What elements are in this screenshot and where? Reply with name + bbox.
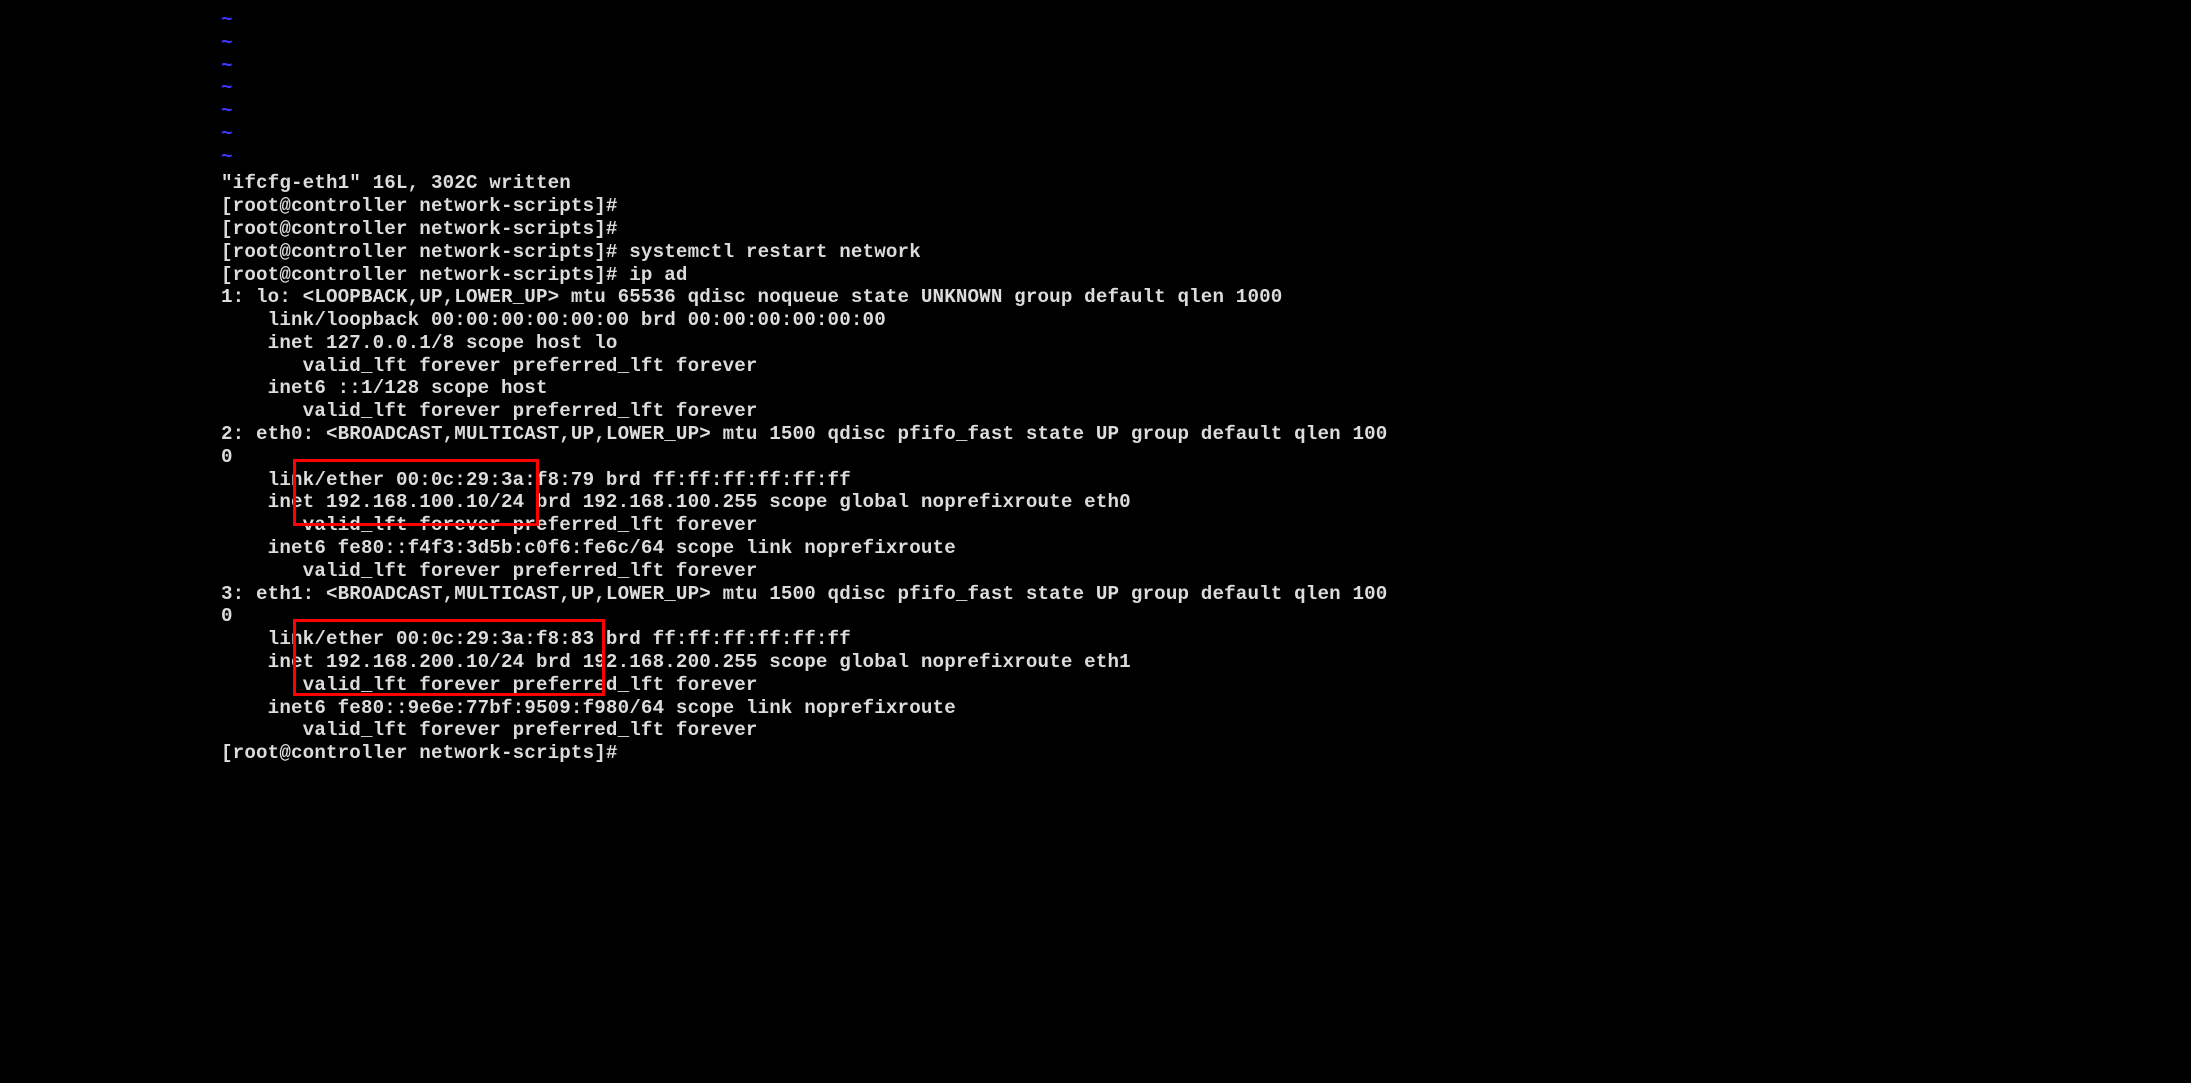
ip-eth1-header: 3: eth1: <BROADCAST,MULTICAST,UP,LOWER_U… xyxy=(221,583,1387,606)
ip-lo-link: link/loopback 00:00:00:00:00:00 brd 00:0… xyxy=(221,309,886,332)
ip-eth0-link: link/ether 00:0c:29:3a:f8:79 brd ff:ff:f… xyxy=(221,469,851,492)
ip-lo-lft: valid_lft forever preferred_lft forever xyxy=(221,355,758,378)
ip-eth0-header-wrap: 0 xyxy=(221,446,233,469)
ip-eth1-link: link/ether 00:0c:29:3a:f8:83 brd ff:ff:f… xyxy=(221,628,851,651)
vi-tilde: ~ xyxy=(221,9,233,32)
vi-written-message: "ifcfg-eth1" 16L, 302C written xyxy=(221,172,571,195)
ip-eth0-inet: inet 192.168.100.10/24 brd 192.168.100.2… xyxy=(221,491,1131,514)
shell-cmd-restart: [root@controller network-scripts]# syste… xyxy=(221,241,921,264)
ip-eth1-header-wrap: 0 xyxy=(221,605,233,628)
vi-tilde: ~ xyxy=(221,32,233,55)
shell-prompt-empty-1: [root@controller network-scripts]# xyxy=(221,195,629,218)
ip-eth0-lft6: valid_lft forever preferred_lft forever xyxy=(221,560,758,583)
vi-tilde: ~ xyxy=(221,123,233,146)
vi-tilde: ~ xyxy=(221,100,233,123)
ip-lo-inet: inet 127.0.0.1/8 scope host lo xyxy=(221,332,618,355)
terminal-window[interactable]: ~ ~ ~ ~ ~ ~ ~ "ifcfg-eth1" 16L, 302C wri… xyxy=(0,0,2191,1083)
shell-prompt-empty-2: [root@controller network-scripts]# xyxy=(221,218,629,241)
ip-eth1-inet: inet 192.168.200.10/24 brd 192.168.200.2… xyxy=(221,651,1131,674)
ip-eth0-header: 2: eth0: <BROADCAST,MULTICAST,UP,LOWER_U… xyxy=(221,423,1387,446)
ip-lo-lft6: valid_lft forever preferred_lft forever xyxy=(221,400,758,423)
ip-eth1-inet6: inet6 fe80::9e6e:77bf:9509:f980/64 scope… xyxy=(221,697,956,720)
ip-eth1-lft6: valid_lft forever preferred_lft forever xyxy=(221,719,758,742)
vi-tilde: ~ xyxy=(221,55,233,78)
ip-eth0-lft: valid_lft forever preferred_lft forever xyxy=(221,514,758,537)
ip-eth0-inet6: inet6 fe80::f4f3:3d5b:c0f6:fe6c/64 scope… xyxy=(221,537,956,560)
ip-lo-inet6: inet6 ::1/128 scope host xyxy=(221,377,548,400)
vi-tilde: ~ xyxy=(221,77,233,100)
ip-eth1-lft: valid_lft forever preferred_lft forever xyxy=(221,674,758,697)
shell-prompt-final[interactable]: [root@controller network-scripts]# xyxy=(221,742,629,765)
shell-cmd-ipad: [root@controller network-scripts]# ip ad xyxy=(221,264,688,287)
vi-tilde: ~ xyxy=(221,146,233,169)
ip-lo-header: 1: lo: <LOOPBACK,UP,LOWER_UP> mtu 65536 … xyxy=(221,286,1282,309)
